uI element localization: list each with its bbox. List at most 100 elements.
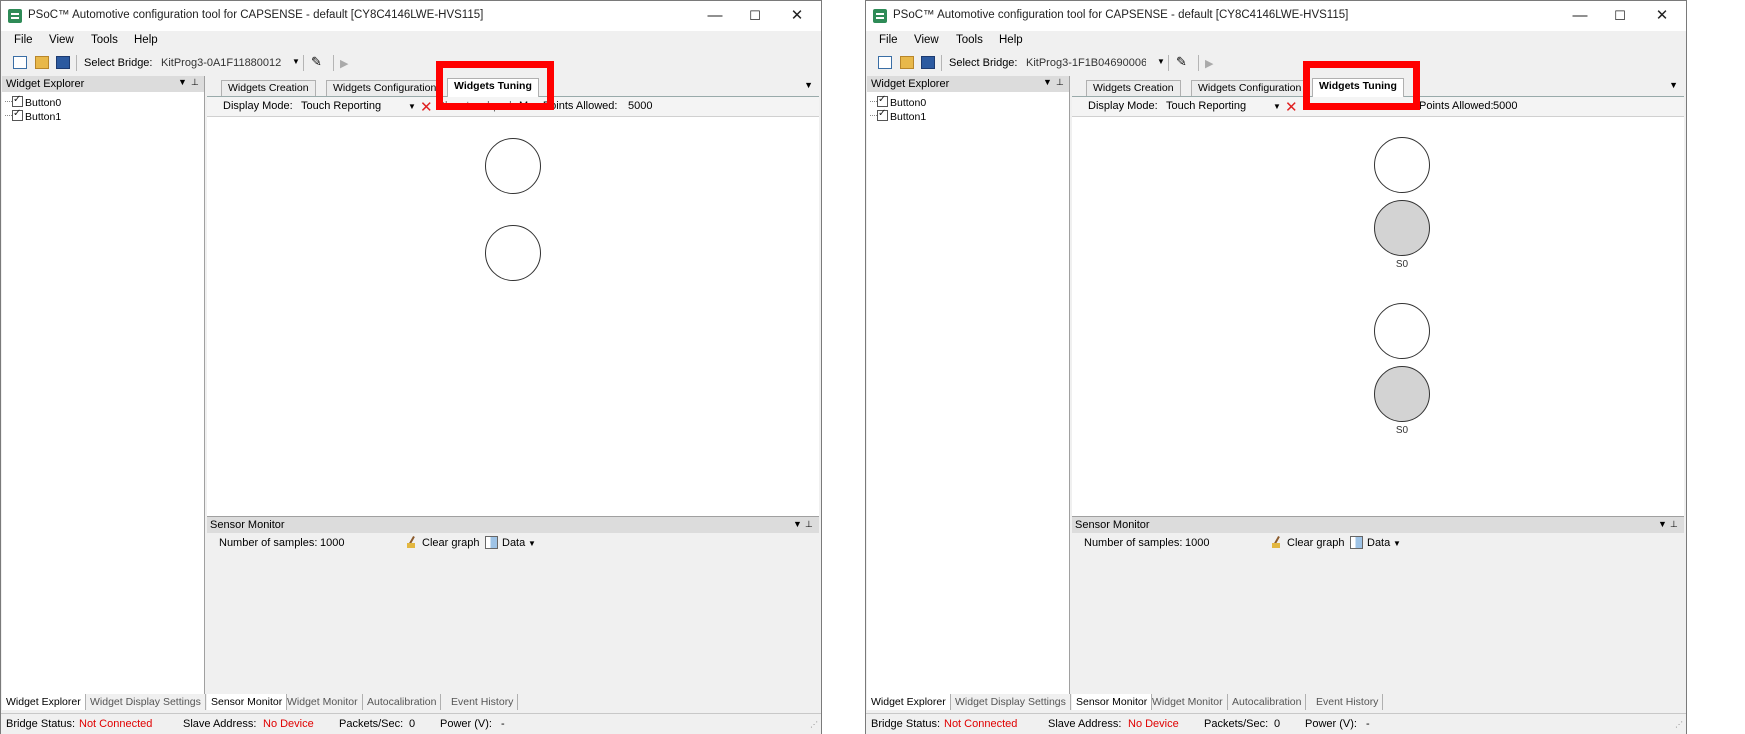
- data-dropdown[interactable]: Data: [502, 537, 525, 549]
- clear-graph-button[interactable]: Clear graph: [1287, 537, 1344, 549]
- packets-label: Packets/Sec:: [339, 718, 404, 730]
- touch-canvas: S0 S0: [1072, 117, 1684, 517]
- widget-explorer-panel: Widget Explorer ▼ ⊥ Button0 Button1: [867, 76, 1070, 694]
- broom-icon[interactable]: [407, 536, 417, 551]
- checkbox-icon[interactable]: [877, 94, 888, 107]
- panel-menu-icon[interactable]: ▼: [1043, 77, 1052, 87]
- panel-title: Widget Explorer: [871, 78, 950, 90]
- display-mode-select[interactable]: Touch Reporting: [1166, 100, 1246, 112]
- checkbox-icon[interactable]: [12, 108, 23, 121]
- tabs-dropdown-icon[interactable]: ▼: [1669, 80, 1678, 90]
- tab-widgets-creation[interactable]: Widgets Creation: [221, 80, 316, 96]
- maximize-button[interactable]: ☐: [735, 5, 775, 27]
- left-bottom-tabs: Widget Explorer Widget Display Settings: [867, 694, 1071, 710]
- data-dropdown[interactable]: Data: [1367, 537, 1390, 549]
- tree-item-label: Button1: [25, 111, 62, 123]
- tab-widget-monitor[interactable]: Widget Monitor: [283, 694, 363, 710]
- close-button[interactable]: ✕: [777, 5, 817, 27]
- panel-menu-icon[interactable]: ▼: [178, 77, 187, 87]
- chevron-down-icon[interactable]: ▼: [1393, 539, 1401, 548]
- num-samples-input[interactable]: 1000: [320, 537, 344, 549]
- tab-widget-explorer[interactable]: Widget Explorer: [2, 694, 86, 710]
- data-icon[interactable]: [1350, 536, 1363, 550]
- num-samples-input[interactable]: 1000: [1185, 537, 1209, 549]
- chevron-down-icon[interactable]: ▼: [1273, 102, 1281, 111]
- tree-item-button1[interactable]: Button1: [877, 108, 926, 123]
- save-icon[interactable]: [56, 56, 70, 69]
- left-bottom-tabs: Widget Explorer Widget Display Settings: [2, 694, 206, 710]
- tab-widget-explorer[interactable]: Widget Explorer: [867, 694, 951, 710]
- play-icon[interactable]: ▶: [1205, 57, 1213, 70]
- resize-grip-icon[interactable]: ⋰: [1675, 720, 1683, 729]
- chevron-down-icon[interactable]: ▼: [528, 539, 536, 548]
- tabs-dropdown-icon[interactable]: ▼: [804, 80, 813, 90]
- resize-grip-icon[interactable]: ⋰: [810, 720, 818, 729]
- tab-widgets-configuration[interactable]: Widgets Configuration: [1191, 80, 1309, 96]
- display-mode-label: Display Mode:: [1088, 100, 1158, 112]
- menu-bar: File View Tools Help: [1, 31, 821, 51]
- panel-menu-icon[interactable]: ▼: [793, 519, 802, 529]
- chevron-down-icon[interactable]: ▼: [408, 102, 416, 111]
- open-folder-icon[interactable]: [35, 56, 49, 69]
- save-icon[interactable]: [921, 56, 935, 69]
- connect-icon[interactable]: ✎: [1176, 54, 1187, 70]
- close-button[interactable]: ✕: [1642, 5, 1682, 27]
- panel-header: Widget Explorer ▼ ⊥: [867, 76, 1069, 92]
- chevron-down-icon[interactable]: ▼: [292, 57, 300, 66]
- display-mode-select[interactable]: Touch Reporting: [301, 100, 381, 112]
- tab-autocalibration[interactable]: Autocalibration: [363, 694, 442, 710]
- status-bar: Bridge Status: Not Connected Slave Addre…: [866, 713, 1686, 734]
- sensor-monitor-body: Number of samples: 1000 Clear graph Data…: [207, 533, 819, 694]
- tree-line: [5, 101, 12, 102]
- minimize-button[interactable]: —: [1560, 5, 1600, 27]
- chevron-down-icon[interactable]: ▼: [1157, 57, 1165, 66]
- broom-icon[interactable]: [1272, 536, 1282, 551]
- bridge-select[interactable]: KitProg3-0A1F118800121: [161, 57, 281, 69]
- clear-touchpad-icon[interactable]: ✕: [420, 98, 433, 116]
- pin-icon[interactable]: ⊥: [805, 519, 813, 530]
- new-project-icon[interactable]: [13, 56, 27, 69]
- tab-sensor-monitor[interactable]: Sensor Monitor: [1072, 694, 1153, 710]
- checkbox-icon[interactable]: [877, 108, 888, 121]
- connect-icon[interactable]: ✎: [311, 54, 322, 70]
- bridge-select[interactable]: KitProg3-1F1B046900062: [1026, 57, 1146, 69]
- tab-widget-monitor[interactable]: Widget Monitor: [1148, 694, 1228, 710]
- data-icon[interactable]: [485, 536, 498, 550]
- pin-icon[interactable]: ⊥: [1056, 77, 1064, 88]
- checkbox-icon[interactable]: [12, 94, 23, 107]
- button1-sensor: [485, 225, 541, 281]
- play-icon[interactable]: ▶: [340, 57, 348, 70]
- menu-view[interactable]: View: [914, 34, 939, 46]
- maximize-button[interactable]: ☐: [1600, 5, 1640, 27]
- max-points-value[interactable]: 5000: [1493, 100, 1517, 112]
- pin-icon[interactable]: ⊥: [1670, 519, 1678, 530]
- minimize-button[interactable]: —: [695, 5, 735, 27]
- menu-file[interactable]: File: [14, 34, 33, 46]
- tab-widget-display-settings[interactable]: Widget Display Settings: [86, 694, 206, 710]
- menu-view[interactable]: View: [49, 34, 74, 46]
- menu-help[interactable]: Help: [134, 34, 158, 46]
- tab-sensor-monitor[interactable]: Sensor Monitor: [207, 694, 288, 710]
- pin-icon[interactable]: ⊥: [191, 77, 199, 88]
- menu-bar: File View Tools Help: [866, 31, 1686, 51]
- menu-help[interactable]: Help: [999, 34, 1023, 46]
- power-label: Power (V):: [440, 718, 492, 730]
- clear-touchpad-icon[interactable]: ✕: [1285, 98, 1298, 116]
- open-folder-icon[interactable]: [900, 56, 914, 69]
- tree-item-button1[interactable]: Button1: [12, 108, 62, 123]
- tab-widget-display-settings[interactable]: Widget Display Settings: [951, 694, 1071, 710]
- tab-widgets-creation[interactable]: Widgets Creation: [1086, 80, 1181, 96]
- clear-graph-button[interactable]: Clear graph: [422, 537, 479, 549]
- tab-event-history[interactable]: Event History: [447, 694, 519, 710]
- tab-autocalibration[interactable]: Autocalibration: [1228, 694, 1307, 710]
- tab-event-history[interactable]: Event History: [1312, 694, 1384, 710]
- menu-tools[interactable]: Tools: [956, 34, 983, 46]
- max-points-value[interactable]: 5000: [628, 100, 652, 112]
- num-samples-label: Number of samples:: [219, 537, 318, 549]
- tab-widgets-configuration[interactable]: Widgets Configuration: [326, 80, 444, 96]
- app-icon: [873, 9, 887, 23]
- panel-menu-icon[interactable]: ▼: [1658, 519, 1667, 529]
- menu-file[interactable]: File: [879, 34, 898, 46]
- menu-tools[interactable]: Tools: [91, 34, 118, 46]
- new-project-icon[interactable]: [878, 56, 892, 69]
